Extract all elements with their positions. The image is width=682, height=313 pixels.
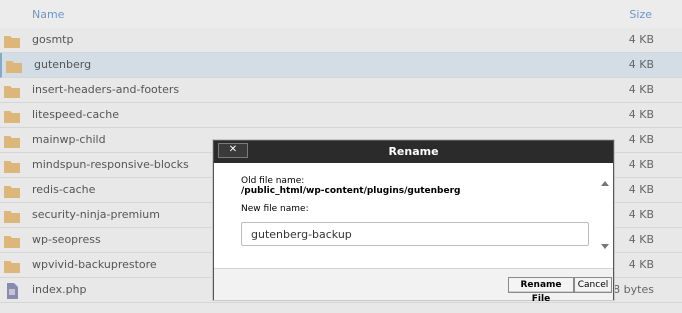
row-name[interactable]: insert-headers-and-footers [32, 83, 179, 96]
new-file-name-input[interactable]: gutenberg-backup [241, 222, 589, 246]
row-size: 4 KB [628, 133, 654, 146]
scroll-up-icon[interactable] [601, 181, 609, 186]
row-size: 4 KB [628, 258, 654, 271]
row-name[interactable]: index.php [32, 283, 87, 296]
folder-icon [4, 183, 20, 198]
rename-file-button[interactable]: Rename File [508, 277, 574, 304]
new-file-name-label: New file name: [241, 204, 309, 214]
dialog-titlebar: Rename ✕ [214, 141, 613, 163]
close-button[interactable]: ✕ [218, 143, 248, 158]
row-name[interactable]: security-ninja-premium [32, 208, 160, 221]
row-size: 4 KB [628, 83, 654, 96]
close-icon: ✕ [228, 144, 238, 155]
row-name[interactable]: wp-seopress [32, 233, 101, 246]
row-size: 4 KB [628, 208, 654, 221]
row-name[interactable]: gosmtp [32, 33, 73, 46]
column-header-size[interactable]: Size [629, 8, 652, 21]
table-row[interactable]: gosmtp 4 KB [0, 28, 682, 53]
dialog-content: Old file name: /public_html/wp-content/p… [220, 167, 600, 267]
cancel-button[interactable]: Cancel [574, 277, 612, 293]
folder-icon [6, 58, 22, 73]
table-row[interactable]: gutenberg 4 KB [0, 53, 682, 78]
file-icon [4, 283, 20, 299]
row-size: 4 KB [628, 108, 654, 121]
row-name[interactable]: redis-cache [32, 183, 95, 196]
column-header-name[interactable]: Name [32, 8, 64, 21]
folder-icon [4, 83, 20, 98]
row-name[interactable]: wpvivid-backuprestore [32, 258, 157, 271]
table-row[interactable]: litespeed-cache 4 KB [0, 103, 682, 128]
row-size: 4 KB [628, 233, 654, 246]
folder-icon [4, 208, 20, 223]
folder-icon [4, 133, 20, 148]
folder-icon [4, 258, 20, 273]
scroll-down-icon[interactable] [601, 244, 609, 249]
row-name[interactable]: mindspun-responsive-blocks [32, 158, 189, 171]
row-size: 4 KB [628, 183, 654, 196]
table-row[interactable]: insert-headers-and-footers 4 KB [0, 78, 682, 103]
folder-icon [4, 158, 20, 173]
row-name[interactable]: mainwp-child [32, 133, 106, 146]
folder-icon [4, 33, 20, 48]
row-name[interactable]: litespeed-cache [32, 108, 119, 121]
old-file-name-label: Old file name: [241, 176, 305, 186]
listing-header: Name Size [0, 0, 682, 29]
row-size: 4 KB [628, 33, 654, 46]
row-name[interactable]: gutenberg [34, 58, 91, 71]
folder-icon [4, 108, 20, 123]
dialog-title: Rename [388, 145, 439, 158]
dialog-footer: Rename File Cancel [214, 268, 613, 304]
folder-icon [4, 233, 20, 248]
row-size: 4 KB [628, 158, 654, 171]
rename-dialog: Rename ✕ Old file name: /public_html/wp-… [213, 140, 614, 304]
old-file-path: /public_html/wp-content/plugins/gutenber… [241, 186, 461, 196]
row-size: 4 KB [628, 58, 654, 71]
